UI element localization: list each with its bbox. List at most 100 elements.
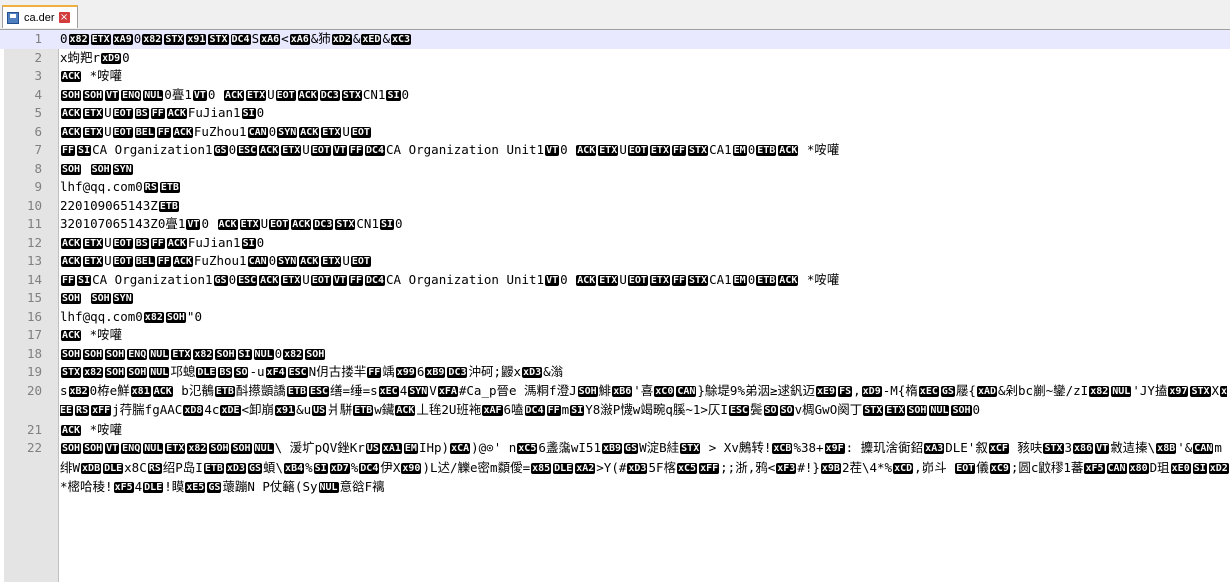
control-char-badge: VT [545, 145, 560, 156]
control-char-badge: STX [164, 34, 185, 45]
editor-line[interactable]: 13 ACK ETX U EOT BEL FF ACK FuZhou1 CAN 0 SYN ACK ETX… [0, 252, 1230, 271]
control-char-badge: ETX [83, 126, 104, 138]
editor-line[interactable]: 19 STX x82 SOH SOH NUL 邛螅 DLE BS SO -u xF4 ESC N仴古搂羋 F… [0, 363, 1230, 382]
editor-line[interactable]: 15 SOH SOH SYN [0, 289, 1230, 308]
control-char-badge: xC9 [989, 462, 1010, 474]
control-char-badge: FF [367, 367, 382, 378]
control-char-badge: xA1 [381, 443, 402, 454]
control-char-badge: SYN [112, 293, 133, 304]
control-char-badge: xD2 [331, 34, 352, 45]
control-char-badge: NUL [1111, 385, 1132, 397]
control-char-badge: xC5 [517, 443, 538, 454]
control-char-badge: VT [332, 145, 347, 156]
editor-line[interactable]: 14 FF SI CA Organization1 GS 0 ESC ACK ETX U EOT VT… [0, 271, 1230, 290]
control-char-badge: FF [348, 145, 363, 156]
control-char-badge: SOH [61, 443, 82, 454]
editor-line[interactable]: 2 x蚼羓r xD9 0 [0, 49, 1230, 68]
control-char-badge: ESC [728, 405, 750, 416]
control-char-badge: DC3 [319, 89, 340, 101]
control-char-badge: x85 [531, 462, 552, 474]
editor-line[interactable]: 5 ACK ETX U EOT BS FF ACK FuJian1 SI 0 [0, 104, 1230, 123]
line-text: SOH SOH VT ENQ NUL 0亹1 VT 0 ACK ETX U EOT ACK DC3 STX… [61, 86, 410, 102]
editor-line[interactable]: 7 FF SI CA Organization1 GS 0 ESC ACK ETX U EOT VT F… [0, 141, 1230, 160]
control-char-badge: SOH [83, 443, 104, 454]
editor-line[interactable]: 4 SOH SOH VT ENQ NUL 0亹1 VT 0 ACK ETX U EOT ACK DC3 ST… [0, 86, 1230, 105]
control-char-badge: EOT [350, 256, 371, 267]
control-char-badge: NUL [253, 443, 274, 454]
control-char-badge: NUL [149, 348, 170, 360]
control-char-badge: SYN [277, 256, 298, 267]
editor-line[interactable]: 18 SOH SOH SOH ENQ NUL ETX x82 SOH SI NUL 0 x82 SOH [0, 345, 1230, 364]
editor-line[interactable]: 21 ACK *咹嚾 [0, 421, 1230, 440]
control-char-badge: VT [1095, 443, 1110, 454]
editor-area[interactable]: 1 0 x82 ETX xA9 0 x82 STX x91 STX DC4 SxA6 < xA6 &犻 xD2… [0, 30, 1230, 582]
editor-line[interactable]: 1 0 x82 ETX xA9 0 x82 STX x91 STX DC4 SxA6 < xA6 &犻 xD2… [0, 30, 1230, 49]
editor-line[interactable]: 9 lhf@qq.com0 RS ETB [0, 178, 1230, 197]
control-char-badge: xFA [437, 385, 458, 397]
control-char-badge: ETX [83, 108, 104, 119]
tab-label: ca.der [24, 11, 55, 24]
control-char-badge: ACK [259, 274, 280, 286]
close-icon[interactable]: × [58, 12, 70, 23]
control-char-badge: SI [237, 348, 252, 360]
control-char-badge: VT [105, 443, 120, 454]
control-char-badge: ACK [778, 274, 799, 286]
control-char-badge: xE0 [1170, 462, 1191, 474]
line-text: 220109065143Z ETB [60, 197, 179, 213]
control-char-badge: EOT [112, 237, 133, 249]
line-number: 15 [26, 290, 42, 305]
control-char-badge: xC5 [677, 462, 698, 474]
line-number: 16 [26, 308, 42, 324]
control-char-badge: xDE [220, 405, 241, 416]
control-char-badge: STX [863, 405, 884, 416]
editor-line[interactable]: 11 320107065143Z0亹1 VT 0 ACK ETX U EOT ACK DC3 ST… [0, 215, 1230, 234]
control-char-badge: SOH [83, 348, 104, 360]
control-char-badge: DC4 [359, 462, 380, 474]
text-lines: 1 0 x82 ETX xA9 0 x82 STX x91 STX DC4 SxA6 < xA6 &犻 xD2… [0, 30, 1230, 498]
control-char-badge: xB2 [68, 385, 89, 397]
editor-line[interactable]: 12 ACK ETX U EOT BS FF ACK FuJian1 SI 0 [0, 234, 1230, 253]
control-char-badge: ETX [281, 274, 302, 286]
control-char-badge: ACK [61, 330, 82, 341]
control-char-badge: ACK [61, 108, 82, 119]
control-char-badge: FF [156, 126, 171, 138]
control-char-badge: xD8 [183, 405, 204, 416]
control-char-badge: CAN [247, 256, 268, 267]
tab-ca-der[interactable]: ca.der × [2, 5, 78, 28]
control-char-badge: xEC [918, 385, 939, 397]
control-char-badge: EOT [627, 145, 648, 156]
line-text: 320107065143Z0亹1 VT 0 ACK ETX U EOT ACK DC3 STX C… [60, 216, 403, 231]
control-char-badge: xE9 [816, 385, 837, 397]
control-char-badge: xB6 [612, 385, 633, 397]
line-text: ACK *咹嚾 [61, 327, 123, 342]
control-char-badge: xA2 [575, 462, 596, 474]
control-char-badge: RS [143, 182, 158, 193]
control-char-badge: ACK [61, 424, 82, 436]
control-char-badge: ACK [299, 126, 320, 138]
control-char-badge: ESC [237, 145, 258, 156]
control-char-badge: CAN [676, 385, 697, 397]
control-char-badge: ETX [321, 256, 342, 267]
editor-line[interactable]: 17 ACK *咹嚾 [0, 326, 1230, 345]
control-char-badge: ACK [297, 89, 318, 101]
line-text: ACK ETX U EOT BEL FF ACK FuZhou1 CAN 0 SYN ACK ETX U E… [61, 123, 371, 139]
control-char-badge: xCD [893, 462, 914, 474]
editor-line[interactable]: 8 SOH SOH SYN [0, 160, 1230, 179]
line-text: ACK ETX U EOT BS FF ACK FuJian1 SI 0 [61, 234, 265, 250]
control-char-badge: US [312, 405, 327, 416]
editor-line[interactable]: 16 lhf@qq.com0 x82 SOH "0 [0, 308, 1230, 327]
control-char-badge: SOH [83, 89, 104, 101]
control-char-badge: x82 [283, 348, 304, 360]
editor-line[interactable]: 10 220109065143Z ETB [0, 197, 1230, 216]
control-char-badge: SOH [209, 443, 230, 454]
editor-line[interactable]: 22 SOH SOH VT ENQ NUL ETX x82 SOH SOH NUL \ 湲圹pQV銼K… [0, 439, 1230, 498]
editor-line[interactable]: 6 ACK ETX U EOT BEL FF ACK FuZhou1 CAN 0 SYN ACK ETX U… [0, 123, 1230, 142]
control-char-badge: ETX [649, 274, 670, 286]
editor-line[interactable]: 20 s xB2 0栫e鮮 x81 ACK b氾鶺 ETB 酙攃顗譑 ETB ESC 缮=缍=s xE… [0, 382, 1230, 421]
control-char-badge: xA6 [289, 34, 310, 45]
control-char-badge: ACK [299, 256, 320, 267]
control-char-badge: xED [361, 34, 382, 45]
control-char-badge: FF [150, 108, 165, 119]
control-char-badge: xB9 [425, 367, 446, 378]
editor-line[interactable]: 3 ACK *咹嚾 [0, 67, 1230, 86]
